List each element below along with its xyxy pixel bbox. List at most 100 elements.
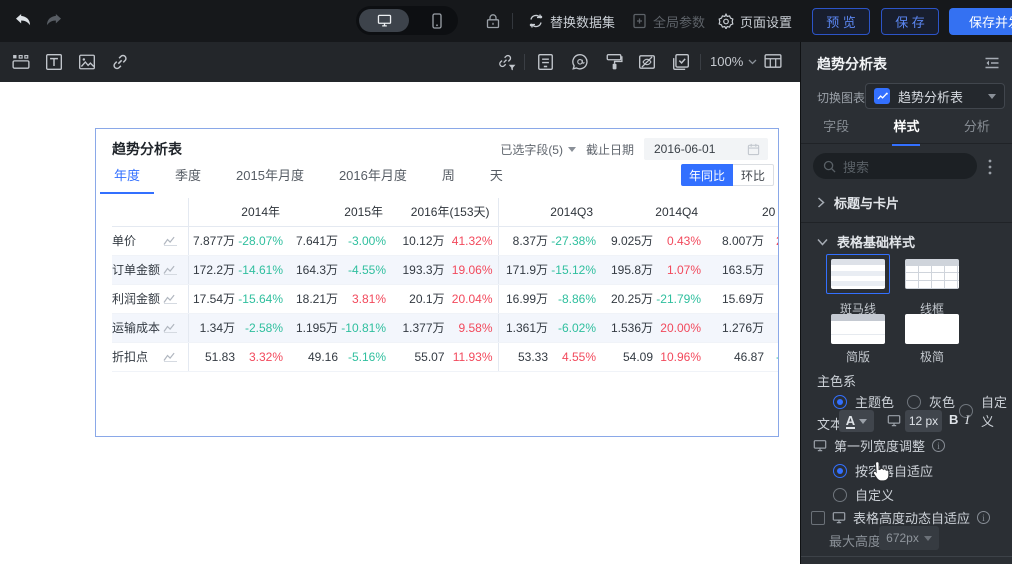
cell-value: 20.1万 — [409, 292, 445, 306]
lock-icon[interactable] — [485, 13, 501, 29]
design-canvas[interactable]: 趋势分析表 已选字段(5) 截止日期 2016-06-01 年度 季度 2015… — [0, 82, 800, 564]
tab-fields[interactable]: 字段 — [801, 116, 871, 143]
text-tool-icon[interactable] — [45, 53, 63, 71]
table-cell: 8.37万 -27.38% — [497, 226, 601, 256]
hide-component-icon[interactable] — [638, 53, 656, 71]
cell-value: 163.5万 — [721, 263, 764, 277]
cell-value: 55.07 — [414, 349, 445, 364]
checkbox-unchecked-icon[interactable] — [811, 510, 825, 525]
cell-value: 54.09 — [622, 349, 653, 364]
redo-icon[interactable] — [44, 13, 63, 28]
tab-day[interactable]: 天 — [490, 165, 503, 191]
section-table-style[interactable]: 表格基础样式 — [817, 232, 915, 251]
search-input[interactable]: 搜索 — [813, 153, 977, 179]
mom-button[interactable]: 环比 — [732, 164, 774, 186]
trend-line-icon — [163, 294, 177, 304]
max-height-label: 最大高度 — [829, 534, 882, 549]
style-thumb-simple[interactable] — [831, 314, 885, 344]
replace-dataset-button[interactable]: 替换数据集 — [528, 0, 615, 42]
collapse-panel-icon[interactable] — [984, 56, 1000, 70]
style-thumb-frame[interactable] — [905, 259, 959, 289]
tab-week[interactable]: 周 — [442, 165, 455, 191]
cell-percent: 10.96% — [660, 349, 701, 364]
image-tool-icon[interactable] — [78, 53, 96, 71]
yoy-button[interactable]: 年同比 — [680, 164, 733, 186]
tab-analysis[interactable]: 分析 — [942, 116, 1012, 143]
table-cell: 1.276万 — [706, 313, 778, 343]
device-toggle[interactable] — [356, 6, 458, 35]
cell-percent: -3.00% — [347, 233, 386, 248]
column-header: 2014年 — [188, 198, 288, 227]
tab-quarter[interactable]: 季度 — [175, 165, 201, 191]
selected-fields-dropdown[interactable]: 已选字段(5) — [500, 141, 576, 158]
tab-2016-month[interactable]: 2016年月度 — [339, 165, 407, 191]
style-thumb-minimal[interactable] — [905, 314, 959, 344]
card-panel-icon[interactable] — [537, 53, 554, 71]
add-component-icon[interactable] — [12, 53, 30, 71]
caret-down-icon — [988, 93, 996, 99]
cell-percent: 20.00% — [660, 320, 701, 335]
trend-table: 2014年 2015年 2016年(153天) 2014Q3 2014Q4 20 单价 7.8… — [112, 198, 778, 372]
edit-toolbar: 100% — [0, 42, 800, 82]
page-settings-button[interactable]: 页面设置 — [718, 0, 792, 42]
tab-style[interactable]: 样式 — [871, 116, 941, 146]
mobile-mode-button[interactable] — [432, 13, 442, 29]
cell-value: 195.8万 — [610, 263, 653, 277]
batch-select-icon[interactable] — [672, 53, 690, 71]
panel-title: 趋势分析表 — [817, 56, 887, 72]
font-color-button[interactable]: A — [839, 410, 874, 432]
global-params-button[interactable]: 全局参数 — [632, 0, 705, 42]
table-cell: 54.09 10.96% — [601, 342, 706, 372]
link-tool-icon[interactable] — [111, 53, 129, 71]
linkage-filter-icon[interactable] — [497, 53, 516, 71]
table-cell: 172.2万 -14.61% — [188, 255, 288, 285]
color-option-gray[interactable]: 灰色 — [907, 392, 955, 411]
max-height-dropdown[interactable]: 672px — [879, 526, 939, 550]
desktop-mode-button[interactable] — [359, 9, 409, 32]
chart-type-dropdown[interactable]: 趋势分析表 — [865, 83, 1005, 109]
cell-value: 17.54万 — [192, 292, 235, 306]
style-thumb-zebra[interactable] — [831, 259, 885, 289]
trend-table-card[interactable]: 趋势分析表 已选字段(5) 截止日期 2016-06-01 年度 季度 2015… — [95, 128, 779, 437]
font-size-field[interactable]: 12 px — [905, 410, 942, 432]
table-height-auto-setting: 表格高度动态自适应 i — [811, 508, 991, 527]
width-option-custom[interactable]: 自定义 — [833, 485, 894, 504]
cell-percent: 1.07% — [666, 262, 701, 277]
first-col-width-setting: 第一列宽度调整 i — [813, 436, 946, 455]
cell-value: 193.3万 — [402, 263, 445, 277]
table-cell: 1.536万 20.00% — [601, 313, 706, 343]
more-options-icon[interactable] — [988, 159, 992, 175]
primary-color-label: 主色系 — [817, 374, 857, 389]
format-brush-icon[interactable] — [605, 53, 623, 71]
cell-value: 1.361万 — [505, 321, 548, 335]
preview-button[interactable]: 预 览 — [812, 8, 870, 35]
cell-percent: 41.32% — [451, 233, 493, 248]
date-picker[interactable]: 2016-06-01 — [644, 138, 768, 160]
cell-value: 9.025万 — [610, 234, 653, 248]
section-title-card[interactable]: 标题与卡片 — [817, 193, 899, 212]
tab-2015-month[interactable]: 2015年月度 — [236, 165, 304, 191]
table-cell: 46.87- — [706, 342, 778, 372]
row-label-cell: 运输成本 — [112, 313, 189, 343]
table-cell: 1.377万 9.58% — [391, 313, 498, 343]
cell-percent: 19.06% — [451, 262, 493, 277]
cell-value: 18.21万 — [295, 292, 338, 306]
zoom-control[interactable]: 100% — [710, 54, 757, 69]
bold-button[interactable]: B — [949, 412, 958, 427]
caret-down-icon — [923, 535, 932, 541]
table-cell: 7.877万 -28.07% — [188, 226, 288, 256]
comment-mention-icon[interactable] — [571, 53, 589, 71]
italic-button[interactable]: I — [965, 412, 969, 428]
color-option-theme[interactable]: 主题色 — [833, 392, 894, 411]
monitor-icon — [887, 414, 901, 427]
undo-icon[interactable] — [14, 13, 33, 28]
save-button[interactable]: 保 存 — [881, 8, 939, 35]
cell-value: 1.276万 — [721, 321, 764, 335]
cell-value: 171.9万 — [505, 263, 548, 277]
save-publish-button[interactable]: 保存并发 — [949, 8, 1012, 35]
table-row: 利润金额 17.54万 -15.64% 18.21万 3.81% 20.1万 20.04% 1… — [112, 284, 778, 314]
cell-percent: 4.55% — [561, 349, 596, 364]
table-row: 折扣点 51.83 3.32% 49.16 -5.16% 55.07 11.93% 53.33… — [112, 342, 778, 372]
tab-year[interactable]: 年度 — [99, 165, 155, 194]
table-view-icon[interactable] — [764, 53, 782, 69]
